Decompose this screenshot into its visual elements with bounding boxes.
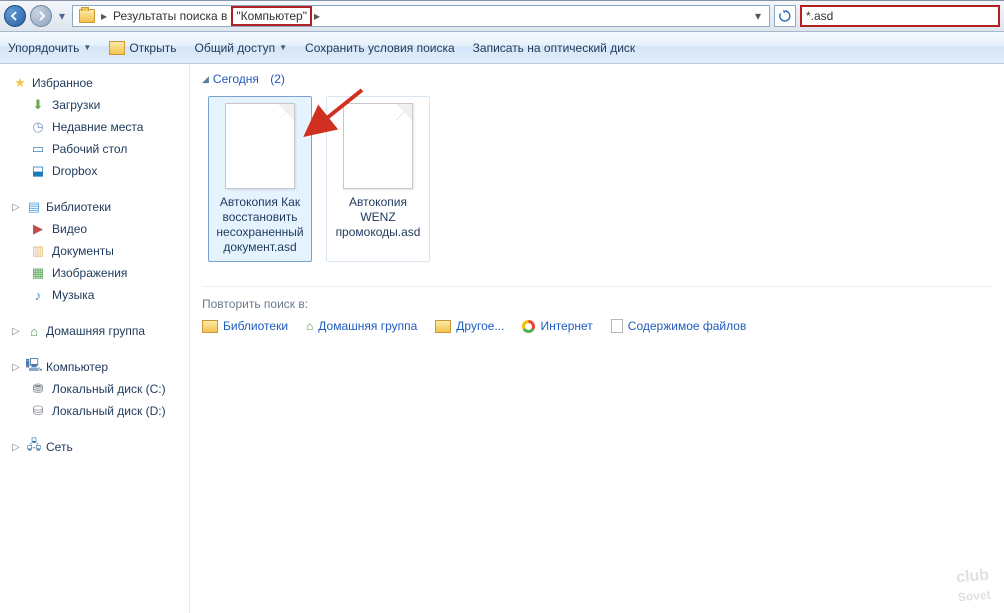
repeat-search-panel: Повторить поиск в: Библиотеки ⌂Домашняя … [202,286,992,333]
search-location-homegroup[interactable]: ⌂Домашняя группа [306,319,417,333]
file-item[interactable]: Автокопия Как восстановить несохраненный… [208,96,312,262]
history-dropdown[interactable]: ▾ [56,5,68,27]
libraries-group: ▷▤Библиотеки ▶Видео ▥Документы ▦Изображе… [0,196,189,306]
favorites-group: ★Избранное ⬇Загрузки ◷Недавние места ▭Ра… [0,72,189,182]
page-icon [611,319,623,333]
search-location-content[interactable]: Содержимое файлов [611,319,747,333]
sidebar-item-recent[interactable]: ◷Недавние места [0,116,189,138]
expand-icon[interactable]: ▷ [12,326,22,337]
sidebar-item-documents[interactable]: ▥Документы [0,240,189,262]
command-toolbar: Упорядочить▼ Открыть Общий доступ▼ Сохра… [0,32,1004,64]
address-bar[interactable]: ▸ Результаты поиска в "Компьютер" ▸ ▾ [72,5,770,27]
address-dropdown[interactable]: ▾ [749,9,767,23]
disk-icon: ⛁ [30,403,46,419]
open-button[interactable]: Открыть [109,41,176,55]
share-menu[interactable]: Общий доступ▼ [194,41,287,55]
favorites-header[interactable]: ★Избранное [0,72,189,94]
star-icon: ★ [12,75,28,91]
breadcrumb-location[interactable]: "Компьютер" [231,6,312,26]
search-location-libraries[interactable]: Библиотеки [202,319,288,333]
file-name: Автокопия WENZ промокоды.asd [331,195,425,240]
computer-header[interactable]: ▷🖳Компьютер [0,356,189,378]
file-item[interactable]: Автокопия WENZ промокоды.asd [326,96,430,262]
folder-icon [202,320,218,333]
search-input[interactable] [806,9,994,23]
navigation-pane: ★Избранное ⬇Загрузки ◷Недавние места ▭Ра… [0,64,190,613]
file-list: Автокопия Как восстановить несохраненный… [208,96,992,262]
network-header[interactable]: ▷🖧Сеть [0,436,189,458]
sidebar-item-music[interactable]: ♪Музыка [0,284,189,306]
computer-icon: 🖳 [26,359,42,375]
disk-icon: ⛃ [30,381,46,397]
breadcrumb-prefix: Результаты поиска в [109,9,231,23]
expand-icon[interactable]: ▷ [12,362,22,373]
expand-icon[interactable]: ▷ [12,442,22,453]
computer-group: ▷🖳Компьютер ⛃Локальный диск (C:) ⛁Локаль… [0,356,189,422]
collapse-icon: ◢ [202,74,209,85]
search-location-other[interactable]: Другое... [435,319,504,333]
breadcrumb-arrow-icon[interactable]: ▸ [312,9,322,23]
homegroup-icon: ⌂ [26,323,42,339]
sidebar-item-downloads[interactable]: ⬇Загрузки [0,94,189,116]
desktop-icon: ▭ [30,141,46,157]
open-folder-icon [109,41,125,55]
file-icon [225,103,295,189]
libraries-icon: ▤ [26,199,42,215]
breadcrumb-arrow-icon: ▸ [99,9,109,23]
sidebar-item-videos[interactable]: ▶Видео [0,218,189,240]
downloads-icon: ⬇ [30,97,46,113]
homegroup-group: ▷⌂Домашняя группа [0,320,189,342]
network-group: ▷🖧Сеть [0,436,189,458]
navigation-bar: ▾ ▸ Результаты поиска в "Компьютер" ▸ ▾ [0,0,1004,32]
burn-button[interactable]: Записать на оптический диск [473,41,636,55]
dropbox-icon: ⬓ [30,163,46,179]
video-icon: ▶ [30,221,46,237]
chrome-icon [522,320,535,333]
network-icon: 🖧 [26,439,42,455]
save-search-button[interactable]: Сохранить условия поиска [305,41,455,55]
folder-icon [79,9,95,23]
sidebar-item-desktop[interactable]: ▭Рабочий стол [0,138,189,160]
sidebar-item-pictures[interactable]: ▦Изображения [0,262,189,284]
libraries-header[interactable]: ▷▤Библиотеки [0,196,189,218]
folder-icon [435,320,451,333]
expand-icon[interactable]: ▷ [12,202,22,213]
search-box[interactable] [800,5,1000,27]
music-icon: ♪ [30,287,46,303]
recent-icon: ◷ [30,119,46,135]
sidebar-item-disk-d[interactable]: ⛁Локальный диск (D:) [0,400,189,422]
documents-icon: ▥ [30,243,46,259]
main-area: ★Избранное ⬇Загрузки ◷Недавние места ▭Ра… [0,64,1004,613]
organize-menu[interactable]: Упорядочить▼ [8,41,91,55]
content-pane: ◢ Сегодня (2) Автокопия Как восстановить… [190,64,1004,613]
refresh-button[interactable] [774,5,796,27]
pictures-icon: ▦ [30,265,46,281]
repeat-search-label: Повторить поиск в: [202,297,992,311]
sidebar-item-dropbox[interactable]: ⬓Dropbox [0,160,189,182]
homegroup-header[interactable]: ▷⌂Домашняя группа [0,320,189,342]
group-header-today[interactable]: ◢ Сегодня (2) [202,72,992,86]
search-location-internet[interactable]: Интернет [522,319,592,333]
file-name: Автокопия Как восстановить несохраненный… [213,195,307,255]
file-icon [343,103,413,189]
homegroup-icon: ⌂ [306,319,313,333]
back-button[interactable] [4,5,26,27]
forward-button[interactable] [30,5,52,27]
sidebar-item-disk-c[interactable]: ⛃Локальный диск (C:) [0,378,189,400]
